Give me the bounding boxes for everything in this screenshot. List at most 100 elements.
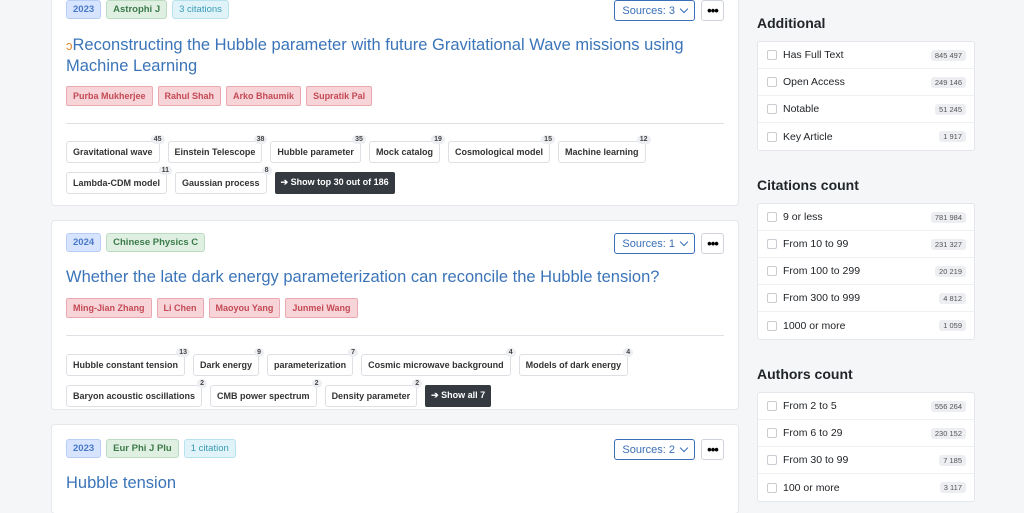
keyword-tag[interactable]: Lambda-CDM model 11: [66, 166, 173, 194]
keyword-tag[interactable]: Hubble constant tension 13: [66, 348, 191, 376]
filter-option[interactable]: Open Access 249 146: [758, 69, 974, 96]
badges: 2023 Eur Phi J Plu 1 citation: [66, 439, 236, 458]
checkbox[interactable]: [767, 212, 777, 222]
filter-group-additional: Has Full Text 845 497 Open Access 249 146 …: [757, 41, 975, 151]
chevron-down-icon: [679, 4, 689, 13]
filter-option[interactable]: Has Full Text 845 497: [758, 42, 974, 69]
keyword-tag[interactable]: Models of dark energy 4: [518, 348, 634, 376]
keyword-count: 35: [352, 135, 366, 144]
keyword-tag[interactable]: Hubble parameter 35: [270, 135, 366, 163]
author-tag[interactable]: Supratik Pal: [306, 86, 373, 106]
filter-option[interactable]: Notable 51 245: [758, 96, 974, 123]
keyword-label: Cosmological model: [454, 147, 543, 157]
checkbox[interactable]: [767, 239, 777, 249]
checkbox[interactable]: [767, 428, 777, 438]
keyword-count: 19: [431, 135, 445, 144]
filter-count: 1 059: [939, 320, 966, 331]
keyword-count: 9: [254, 348, 265, 357]
keyword-count: 4: [505, 348, 516, 357]
filter-option[interactable]: From 300 to 999 4 812: [758, 285, 974, 312]
card-controls: Sources: 1 •••: [614, 233, 724, 254]
keyword-label: CMB power spectrum: [217, 391, 310, 401]
paper-title[interactable]: Hubble tension: [66, 473, 724, 493]
checkbox[interactable]: [767, 266, 777, 276]
keyword-count: 15: [541, 135, 555, 144]
keyword-label: Hubble parameter: [277, 147, 354, 157]
checkbox[interactable]: [767, 77, 777, 87]
keyword-tag[interactable]: Dark energy 9: [193, 348, 265, 376]
paper-title[interactable]: Whether the late dark energy parameteriz…: [66, 267, 724, 287]
keyword-row: Hubble constant tension 13 Dark energy 9 p…: [66, 348, 634, 376]
paper-title[interactable]: ɔReconstructing the Hubble parameter wit…: [66, 35, 724, 76]
year-badge[interactable]: 2023: [66, 439, 102, 458]
author-tag[interactable]: Junmei Wang: [285, 298, 358, 318]
filter-option[interactable]: Key Article 1 917: [758, 123, 974, 150]
checkbox[interactable]: [767, 131, 777, 142]
filter-label: Key Article: [783, 130, 833, 143]
author-tag[interactable]: Purba Mukherjee: [66, 86, 153, 106]
author-tag[interactable]: Li Chen: [156, 298, 204, 318]
checkbox[interactable]: [767, 455, 777, 465]
keyword-tag[interactable]: Density parameter 2: [324, 379, 423, 407]
author-tag[interactable]: Arko Bhaumik: [226, 86, 302, 106]
checkbox[interactable]: [767, 104, 777, 114]
filter-option[interactable]: 100 or more 3 117: [758, 474, 974, 501]
keyword-label: Machine learning: [564, 147, 639, 157]
filter-group-citations: 9 or less 781 984 From 10 to 99 231 327 Fr…: [757, 203, 975, 340]
sources-dropdown[interactable]: Sources: 2: [614, 439, 695, 460]
checkbox[interactable]: [767, 482, 777, 493]
filter-label: Open Access: [783, 76, 845, 88]
checkbox[interactable]: [767, 320, 777, 331]
filter-option[interactable]: 1000 or more 1 059: [758, 312, 974, 339]
year-badge[interactable]: 2024: [66, 233, 102, 252]
author-tag[interactable]: Maoyou Yang: [208, 298, 281, 318]
keyword-label: Lambda-CDM model: [73, 178, 161, 188]
keyword-count: 45: [150, 135, 165, 144]
checkbox[interactable]: [767, 293, 777, 303]
citations-badge[interactable]: 3 citations: [172, 0, 229, 19]
keyword-row: Lambda-CDM model 11 Gaussian process 8 ➔ S…: [66, 166, 395, 194]
more-options-button[interactable]: •••: [701, 439, 724, 460]
keyword-tag[interactable]: Cosmic microwave background 4: [361, 348, 516, 376]
filter-count: 845 497: [930, 49, 966, 61]
show-more-keywords-button[interactable]: ➔ Show all 7: [425, 385, 492, 407]
filter-option[interactable]: From 30 to 99 7 185: [758, 447, 974, 474]
filter-count: 230 152: [930, 427, 966, 439]
checkbox[interactable]: [767, 401, 777, 411]
keyword-label: Cosmic microwave background: [368, 360, 504, 370]
sources-label: Sources: 2: [622, 443, 675, 456]
keyword-tag[interactable]: Mock catalog 19: [368, 135, 445, 163]
keyword-tag[interactable]: Machine learning 12: [557, 135, 651, 163]
year-badge[interactable]: 2023: [66, 0, 102, 19]
badges: 2023 Astrophi J 3 citations: [66, 0, 229, 19]
keyword-tag[interactable]: Cosmological model 15: [447, 135, 555, 163]
author-tag[interactable]: Ming-Jian Zhang: [66, 298, 152, 318]
journal-badge[interactable]: Chinese Physics C: [106, 233, 206, 252]
show-more-keywords-button[interactable]: ➔ Show top 30 out of 186: [274, 172, 395, 194]
citations-badge[interactable]: 1 citation: [183, 439, 236, 458]
keyword-tag[interactable]: Einstein Telescope 38: [167, 135, 268, 163]
filter-option[interactable]: From 6 to 29 230 152: [758, 420, 974, 447]
chevron-down-icon: [679, 237, 689, 246]
filter-label: From 6 to 29: [783, 427, 843, 439]
sources-dropdown[interactable]: Sources: 1: [614, 233, 695, 254]
journal-badge[interactable]: Eur Phi J Plu: [106, 439, 179, 458]
checkbox[interactable]: [767, 50, 777, 60]
keyword-tag[interactable]: Baryon acoustic oscillations 2: [66, 379, 208, 407]
chevron-down-icon: [679, 443, 689, 452]
more-options-button[interactable]: •••: [701, 233, 724, 254]
author-tag[interactable]: Rahul Shah: [157, 86, 222, 106]
keyword-count: 7: [348, 348, 359, 357]
more-options-button[interactable]: •••: [701, 0, 724, 21]
journal-badge[interactable]: Astrophi J: [106, 0, 168, 19]
sources-dropdown[interactable]: Sources: 3: [614, 0, 695, 21]
filter-option[interactable]: 9 or less 781 984: [758, 204, 974, 231]
filter-option[interactable]: From 2 to 5 556 264: [758, 393, 974, 420]
keyword-tag[interactable]: Gravitational wave 45: [66, 135, 165, 163]
keyword-tag[interactable]: CMB power spectrum 2: [210, 379, 322, 407]
filter-option[interactable]: From 10 to 99 231 327: [758, 231, 974, 258]
keyword-tag[interactable]: Gaussian process 8: [175, 166, 272, 194]
filter-count: 249 146: [930, 76, 966, 88]
filter-option[interactable]: From 100 to 299 20 219: [758, 258, 974, 285]
keyword-tag[interactable]: parameterization 7: [267, 348, 359, 376]
